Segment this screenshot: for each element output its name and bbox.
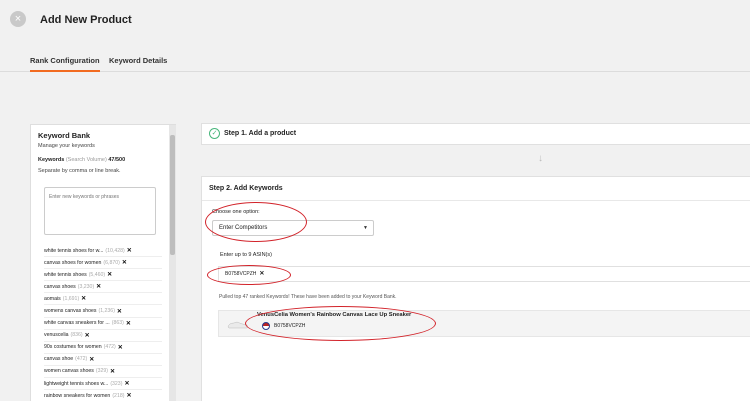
keyword-bank-title: Keyword Bank [38, 131, 91, 140]
option-select[interactable]: Enter Competitors ▼ [212, 220, 374, 236]
asin-input[interactable]: B0758VCPZH ✕ [218, 266, 750, 282]
remove-icon[interactable]: ✕ [126, 392, 131, 399]
keyword-volume: (472) [75, 356, 88, 363]
list-item: canvas shoes (3,230) ✕ [44, 281, 162, 294]
list-item: venuscelia (836) ✕ [44, 330, 162, 342]
list-item: white tennis shoes (5,460) ✕ [44, 269, 162, 282]
keyword-term: womens canvas shoes [44, 308, 97, 315]
remove-icon[interactable]: ✕ [117, 308, 122, 315]
remove-icon[interactable]: ✕ [126, 320, 131, 327]
search-volume-note: (Search Volume) [65, 157, 107, 163]
header: × Add New Product [0, 0, 750, 44]
close-icon[interactable]: × [10, 11, 26, 27]
keyword-term: 90s costumes for women [44, 344, 102, 351]
tab-keyword-details[interactable]: Keyword Details [109, 56, 167, 65]
keyword-volume: (329) [95, 368, 109, 375]
tab-rank-configuration[interactable]: Rank Configuration [30, 56, 100, 72]
remove-icon[interactable]: ✕ [107, 271, 112, 278]
keyword-count-row: Keywords (Search Volume) 47/500 [38, 157, 125, 163]
product-row: VenusCelia Women's Rainbow Canvas Lace U… [218, 310, 750, 337]
keyword-volume: (863) [111, 320, 124, 327]
keyword-term: venuscelia [44, 332, 69, 339]
step2-section: Step 2. Add Keywords Choose one option: … [201, 176, 750, 401]
keyword-volume: (323) [110, 380, 123, 387]
shoe-icon [227, 321, 248, 329]
choose-option-label: Choose one option: [212, 209, 260, 215]
scrollbar-thumb[interactable] [170, 135, 175, 255]
pulled-keywords-message: Pulled top 47 ranked Keywords! These hav… [219, 294, 397, 300]
separator-hint: Separate by comma or line break. [38, 168, 121, 174]
remove-icon[interactable]: ✕ [81, 295, 86, 302]
divider [202, 200, 750, 201]
list-item: aomais (1,691) ✕ [44, 293, 162, 306]
remove-icon[interactable]: ✕ [89, 356, 94, 363]
remove-icon[interactable]: ✕ [127, 247, 132, 254]
asin-label: Enter up to 9 ASIN(s) [220, 252, 272, 258]
page-title: Add New Product [40, 14, 132, 26]
list-item: white tennis shoes for w... (10,428) ✕ [44, 245, 162, 258]
list-item: lightweight tennis shoes w... (323) ✕ [44, 378, 162, 391]
scrollbar[interactable] [169, 125, 176, 401]
keyword-bank-subtitle: Manage your keywords [38, 143, 95, 149]
remove-icon[interactable]: ✕ [85, 332, 90, 339]
step2-title: Step 2. Add Keywords [209, 185, 283, 192]
keyword-term: white tennis shoes [44, 271, 87, 278]
list-item: white canvas sneakers for ... (863) ✕ [44, 318, 162, 330]
list-item: womens canvas shoes (1,236) ✕ [44, 305, 162, 318]
keyword-term: white tennis shoes for w... [44, 247, 104, 254]
keyword-volume: (1,691) [62, 295, 80, 302]
tab-bar: Rank Configuration Keyword Details [0, 54, 750, 72]
keyword-term: lightweight tennis shoes w... [44, 380, 109, 387]
list-item: women canvas shoes (329) ✕ [44, 366, 162, 379]
remove-icon[interactable]: ✕ [122, 259, 127, 266]
remove-icon[interactable]: ✕ [110, 368, 115, 375]
keyword-volume: (5,460) [88, 271, 106, 278]
keyword-volume: (10,428) [105, 247, 125, 254]
us-flag-icon [262, 322, 270, 330]
remove-icon[interactable]: ✕ [124, 380, 129, 387]
keyword-term: women canvas shoes [44, 368, 94, 375]
keyword-term: rainbow sneakers for women [44, 392, 111, 399]
keyword-term: canvas shoes for women [44, 259, 102, 266]
keyword-term: canvas shoe [44, 356, 74, 363]
keyword-list: white tennis shoes for w... (10,428) ✕ canv… [44, 245, 162, 401]
keyword-count: 47/500 [108, 157, 126, 163]
remove-icon[interactable]: ✕ [118, 344, 123, 351]
asin-chip: B0758VCPZH ✕ [225, 270, 264, 277]
down-arrow-icon: ↓ [538, 153, 543, 164]
keyword-term: canvas shoes [44, 283, 76, 290]
keyword-volume: (836) [70, 332, 83, 339]
step1-title: Step 1. Add a product [224, 130, 297, 137]
list-item: canvas shoe (472) ✕ [44, 354, 162, 366]
remove-icon[interactable]: ✕ [259, 271, 264, 277]
list-item: 90s costumes for women (472) ✕ [44, 342, 162, 354]
product-title: VenusCelia Women's Rainbow Canvas Lace U… [257, 312, 412, 318]
list-item: canvas shoes for women (6,870) ✕ [44, 257, 162, 270]
caret-down-icon: ▼ [363, 225, 368, 231]
keywords-label: Keywords [38, 157, 65, 163]
option-select-value: Enter Competitors [219, 225, 268, 231]
keyword-volume: (3,230) [77, 283, 95, 290]
keyword-volume: (1,236) [98, 308, 115, 315]
remove-icon[interactable]: ✕ [96, 283, 101, 290]
check-circle-icon: ✓ [209, 128, 220, 139]
product-asin: B0758VCPZH [274, 323, 306, 329]
list-item: rainbow sneakers for women (218) ✕ [44, 390, 162, 401]
keyword-volume: (218) [112, 392, 125, 399]
keyword-volume: (472) [103, 344, 116, 351]
keyword-term: aomais [44, 295, 61, 302]
asin-chip-label: B0758VCPZH [225, 271, 257, 277]
keyword-volume: (6,870) [103, 259, 120, 266]
keyword-bank-panel: Keyword Bank Manage your keywords Keywor… [30, 124, 176, 401]
new-keywords-input[interactable] [44, 187, 156, 235]
step1-section: ✓ Step 1. Add a product [201, 123, 750, 145]
keyword-term: white canvas sneakers for ... [44, 320, 110, 327]
